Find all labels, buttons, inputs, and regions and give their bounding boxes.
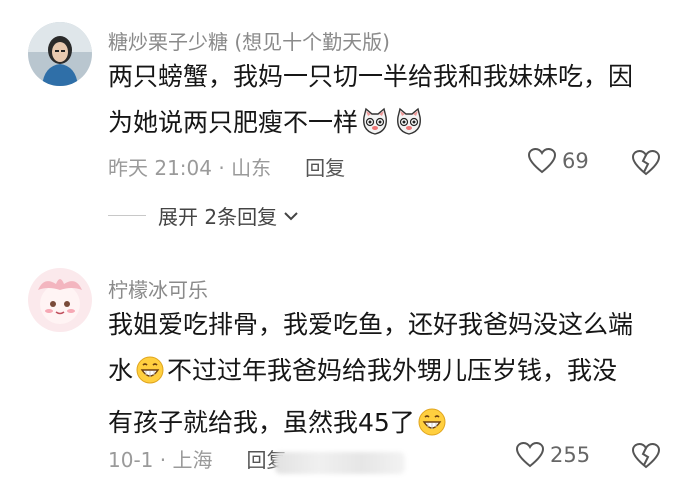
- expand-replies-label: 展开 2条回复: [158, 205, 278, 229]
- grinning-face-emoji: [135, 354, 165, 400]
- grinning-face-emoji: [417, 406, 447, 452]
- expand-replies-button[interactable]: 展开 2条回复: [108, 201, 299, 230]
- broken-heart-icon: [631, 149, 661, 176]
- avatar[interactable]: [28, 22, 92, 86]
- reply-button[interactable]: 回复: [305, 152, 345, 181]
- dislike-button[interactable]: [631, 149, 661, 180]
- watermark-blur: [275, 452, 405, 474]
- comment-text-line: 我姐爱吃排骨，我爱吃鱼，还好我爸妈没这么端: [108, 310, 634, 339]
- chevron-down-icon: [284, 211, 298, 220]
- comment-meta: 10-1 · 上海 回复: [108, 444, 286, 473]
- like-count: 69: [562, 149, 589, 173]
- cat-face-emoji: [360, 106, 390, 152]
- comment-meta: 昨天 21:04 · 山东 回复: [108, 152, 345, 181]
- comment-time-location: 10-1 · 上海: [108, 448, 213, 472]
- broken-heart-icon: [631, 442, 661, 469]
- comment-text: 我姐爱吃排骨，我爱吃鱼，还好我爸妈没这么端 水不过过年我爸妈给我外甥儿压岁钱，我…: [108, 302, 668, 452]
- comment-text: 两只螃蟹，我妈一只切一半给我和我妹妹吃，因 为她说两只肥瘦不一样: [108, 54, 668, 152]
- like-count: 255: [550, 443, 591, 467]
- comment-time-location: 昨天 21:04 · 山东: [108, 156, 272, 180]
- cat-face-emoji: [394, 106, 424, 152]
- like-button[interactable]: 255: [516, 442, 590, 468]
- divider-line: [108, 215, 146, 216]
- comment-text-line-2: 为她说两只肥瘦不一样: [108, 100, 668, 152]
- comment-author[interactable]: 柠檬冰可乐: [108, 274, 208, 303]
- comment-author[interactable]: 糖炒栗子少糖 (想见十个勤天版): [108, 26, 390, 55]
- comment-text-line-2: 水不过过年我爸妈给我外甥儿压岁钱，我没: [108, 348, 668, 400]
- heart-outline-icon: [516, 442, 544, 468]
- avatar[interactable]: [28, 268, 92, 332]
- dislike-button[interactable]: [631, 442, 661, 473]
- heart-outline-icon: [528, 148, 556, 174]
- like-button[interactable]: 69: [528, 148, 589, 174]
- comment-text-line: 两只螃蟹，我妈一只切一半给我和我妹妹吃，因: [108, 62, 634, 91]
